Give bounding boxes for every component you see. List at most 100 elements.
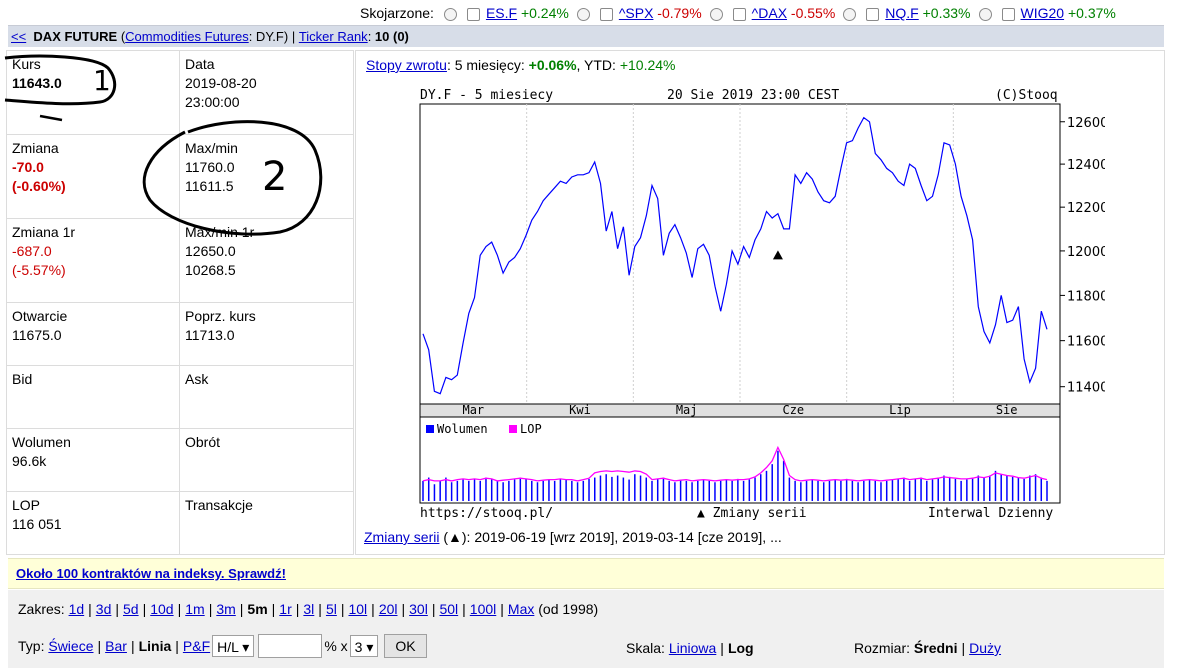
hl-select[interactable]: H/L ▾ [212,635,255,657]
returns-text2: , YTD: [576,57,620,73]
range-label: Zakres: [18,601,65,617]
lop-value: 116 051 [12,516,62,532]
zmiana1r-value: -687.0 [12,243,52,259]
ticker-link[interactable]: ES.F [486,5,517,21]
legend-volume-label: Wolumen [437,422,488,436]
data-label: Data [185,56,215,72]
range-option-0[interactable]: 1d [69,601,85,617]
type-option-3[interactable]: P&F [183,638,210,654]
range-option-6[interactable]: 5m [247,601,267,617]
returns-text1: : 5 miesięcy: [446,57,529,73]
back-link[interactable]: << [11,29,26,44]
separator: | [115,601,120,617]
pct-x-label: % x [324,638,348,654]
zmiana-cell: Zmiana -70.0 (-0.60%) [6,134,180,219]
size-selector: Rozmiar: Średni | Duży [854,640,1001,656]
category-link[interactable]: Commodities Futures [125,29,249,44]
type-option-2[interactable]: Linia [139,638,172,654]
instrument-name: DAX FUTURE [33,29,118,44]
chart-title-mid: 20 Sie 2019 23:00 CEST [667,88,839,103]
range-option-9[interactable]: 5l [326,601,337,617]
lop-label: LOP [12,497,41,513]
range-option-7[interactable]: 1r [279,601,291,617]
kurs-cell: Kurs 11643.0 [6,50,180,135]
chart-controls: Zakres: 1d | 3d | 5d | 10d | 1m | 3m | 5m | 1r | 3l | 5l | 1… [8,590,1164,668]
ticker-checkbox[interactable] [466,7,480,21]
scale-option-1[interactable]: Log [728,640,754,656]
bid-label: Bid [12,371,33,387]
type-option-0[interactable]: Świece [48,638,93,654]
legend-lop-label: LOP [520,422,542,436]
scale-label: Skala: [626,640,665,656]
min-value: 11611.5 [185,178,234,194]
separator: | [97,638,102,654]
legend-lop-swatch [509,425,517,433]
ticker-rank-value: 10 (0) [374,29,409,44]
ticker-radio[interactable] [978,7,992,21]
separator: | [401,601,406,617]
ticker-link[interactable]: NQ.F [885,5,918,21]
range-option-14[interactable]: 100l [470,601,496,617]
range-option-10[interactable]: 10l [348,601,367,617]
ticker-checkbox[interactable] [732,7,746,21]
returns-link[interactable]: Stopy zwrotu [366,57,447,73]
ticker-radio[interactable] [709,7,723,21]
range-option-8[interactable]: 3l [303,601,314,617]
range-option-1[interactable]: 3d [96,601,112,617]
range-option-12[interactable]: 30l [409,601,428,617]
ticker-radio[interactable] [443,7,457,21]
y-tick-label: 12200 [1067,201,1105,216]
y-tick-label: 11600 [1067,335,1105,350]
chart-footer-left: https://stooq.pl/ [420,506,553,521]
maxmin-label: Max/min [185,140,238,156]
kurs-value: 11643.0 [12,75,62,91]
separator: | [88,601,92,617]
range-option-5[interactable]: 3m [216,601,235,617]
reversal-select-value: 3 [354,639,363,655]
chart-footer-mid: ▲ Zmiany serii [697,506,807,521]
ticker-checkbox[interactable] [866,7,880,21]
separator: | [340,601,345,617]
range-option-2[interactable]: 5d [123,601,139,617]
ticker-link[interactable]: WIG20 [1021,5,1065,21]
range-option-11[interactable]: 20l [379,601,398,617]
range-option-3[interactable]: 10d [150,601,173,617]
promo-banner: Około 100 kontraktów na indeksy. Sprawdź… [8,558,1164,589]
ticker-radio[interactable] [843,7,857,21]
min1r-value: 10268.5 [185,262,236,278]
poprz-label: Poprz. kurs [185,308,256,324]
range-option-13[interactable]: 50l [439,601,458,617]
ticker-rank-link[interactable]: Ticker Rank [299,29,368,44]
y-tick-label: 11400 [1067,381,1105,396]
obrot-cell: Obrót [179,428,354,492]
wolumen-cell: Wolumen 96.6k [6,428,180,492]
range-option-15[interactable]: Max [508,601,534,617]
ticker-link[interactable]: ^SPX [619,5,654,21]
otwarcie-value: 11675.0 [12,327,62,343]
ticker-link[interactable]: ^DAX [752,5,787,21]
bid-cell: Bid [6,365,180,429]
separator: | [177,601,182,617]
ok-button[interactable]: OK [384,634,427,658]
type-option-1[interactable]: Bar [105,638,127,654]
separator: | [462,601,466,617]
ticker-checkbox[interactable] [1001,7,1015,21]
ticker-radio[interactable] [576,7,590,21]
pf-box-input[interactable] [258,634,323,658]
size-option-0[interactable]: Średni [914,640,958,656]
range-option-4[interactable]: 1m [185,601,204,617]
y-tick-label: 12600 [1067,116,1105,131]
series-changes-link[interactable]: Zmiany serii [364,529,439,545]
size-label: Rozmiar: [854,640,911,656]
zmiana1r-label: Zmiana 1r [12,224,76,240]
scale-option-0[interactable]: Liniowa [669,640,716,656]
ticker-checkbox[interactable] [599,7,613,21]
range-suffix: (od 1998) [538,601,599,617]
price-chart[interactable]: DY.F - 5 miesiecy 20 Sie 2019 23:00 CEST… [415,84,1105,524]
zmiana-label: Zmiana [12,140,59,156]
ticker-list: ES.F +0.24% ^SPX -0.79% ^DAX -0.55% NQ.F +0… [440,5,1120,21]
size-option-1[interactable]: Duży [969,640,1001,656]
promo-link[interactable]: Około 100 kontraktów na indeksy. Sprawdź… [16,566,286,581]
reversal-select[interactable]: 3 ▾ [349,635,379,657]
y-tick-label: 12000 [1067,245,1105,260]
